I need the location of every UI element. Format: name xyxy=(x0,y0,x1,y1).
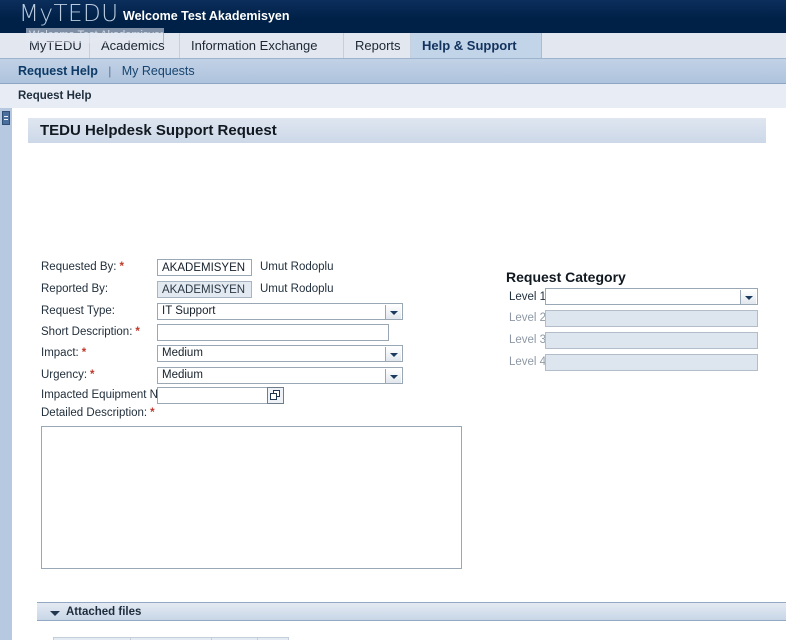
sub-navigation-bar: Request Help | My Requests xyxy=(0,59,786,84)
level-4-label-text: Level 4: xyxy=(509,356,550,368)
subnav-item-my-requests[interactable]: My Requests xyxy=(122,59,195,83)
requested-by-label: Requested By: * xyxy=(41,261,124,273)
urgency-value: Medium xyxy=(162,369,203,381)
detailed-description-required-marker: * xyxy=(150,407,155,419)
subnav-item-request-help[interactable]: Request Help xyxy=(18,59,98,83)
subnav-separator: | xyxy=(108,64,112,78)
impacted-equipment-input[interactable] xyxy=(157,387,279,404)
level-4-label: Level 4: xyxy=(509,356,549,368)
request-type-label-text: Request Type: xyxy=(41,305,115,317)
tab-information-exchange[interactable]: Information Exchange xyxy=(180,33,344,58)
main-tab-bar: MyTEDU Academics Information Exchange Re… xyxy=(0,33,786,59)
detailed-description-textarea[interactable] xyxy=(41,426,462,569)
reported-by-label-text: Reported By: xyxy=(41,283,109,295)
impact-label-text: Impact: xyxy=(41,347,79,359)
impacted-equipment-label: Impacted Equipment No: xyxy=(41,389,171,401)
requested-by-label-text: Requested By: xyxy=(41,261,117,273)
impact-required-marker: * xyxy=(81,347,87,359)
app-logo: MyTEDU xyxy=(19,1,119,27)
short-description-label-text: Short Description: xyxy=(41,326,133,338)
level-3-label: Level 3: xyxy=(509,334,549,346)
tab-reports[interactable]: Reports xyxy=(344,33,411,58)
request-type-value: IT Support xyxy=(162,305,216,317)
short-description-required-marker: * xyxy=(135,326,140,338)
chevron-down-icon[interactable] xyxy=(385,347,401,361)
breadcrumb-bar: Request Help xyxy=(0,84,786,109)
short-description-input[interactable] xyxy=(157,324,389,341)
chevron-down-icon[interactable] xyxy=(740,290,756,304)
impacted-equipment-label-text: Impacted Equipment No: xyxy=(41,389,168,401)
reported-by-label: Reported By: xyxy=(41,283,111,295)
reported-by-display-name: Umut Rodoplu xyxy=(260,283,334,295)
detailed-description-label-text: Detailed Description: xyxy=(41,407,148,419)
impact-dropdown[interactable]: Medium xyxy=(157,345,403,362)
picker-square-front xyxy=(270,393,277,400)
page-title: TEDU Helpdesk Support Request xyxy=(28,118,766,143)
chevron-down-icon[interactable] xyxy=(385,305,401,319)
attached-files-section-label: Attached files xyxy=(66,606,142,618)
tab-mytedu[interactable]: MyTEDU xyxy=(18,33,90,58)
breadcrumb: Request Help xyxy=(18,90,92,102)
chevron-down-icon[interactable] xyxy=(50,611,60,616)
urgency-label: Urgency: * xyxy=(41,369,95,381)
impact-value: Medium xyxy=(162,347,203,359)
level-2-label: Level 2: xyxy=(509,312,549,324)
chevron-down-icon[interactable] xyxy=(385,369,401,383)
app-header: MyTEDU Welcome Test Akademisyen xyxy=(0,0,786,34)
tab-help-and-support[interactable]: Help & Support xyxy=(411,33,542,58)
requested-by-display-name: Umut Rodoplu xyxy=(260,261,334,273)
attached-files-section-header[interactable]: Attached files xyxy=(37,602,786,621)
sidebar-collapse-toggle-icon[interactable] xyxy=(2,111,10,125)
request-category-title: Request Category xyxy=(506,269,626,285)
urgency-label-text: Urgency: xyxy=(41,369,88,381)
short-description-label: Short Description: * xyxy=(41,326,140,338)
urgency-dropdown[interactable]: Medium xyxy=(157,367,403,384)
detailed-description-label: Detailed Description: * xyxy=(41,407,155,419)
level-2-label-text: Level 2: xyxy=(509,312,550,324)
request-type-dropdown[interactable]: IT Support xyxy=(157,303,403,320)
requested-by-required-marker: * xyxy=(119,261,124,273)
level-4-dropdown xyxy=(545,354,758,371)
tab-academics[interactable]: Academics xyxy=(90,33,180,58)
urgency-required-marker: * xyxy=(90,369,95,381)
impact-label: Impact: * xyxy=(41,347,86,359)
welcome-title: Welcome Test Akademisyen xyxy=(123,9,290,23)
page-content: TEDU Helpdesk Support Request Requested … xyxy=(12,108,786,640)
level-1-dropdown[interactable] xyxy=(545,288,758,305)
level-3-label-text: Level 3: xyxy=(509,334,550,346)
level-2-dropdown xyxy=(545,310,758,327)
lookup-picker-icon[interactable] xyxy=(267,387,284,404)
level-3-dropdown xyxy=(545,332,758,349)
requested-by-input[interactable] xyxy=(157,259,252,276)
sidebar-rail xyxy=(0,108,12,640)
reported-by-input xyxy=(157,281,252,298)
request-type-label: Request Type: xyxy=(41,305,118,317)
level-1-label-text: Level 1: xyxy=(509,291,550,303)
